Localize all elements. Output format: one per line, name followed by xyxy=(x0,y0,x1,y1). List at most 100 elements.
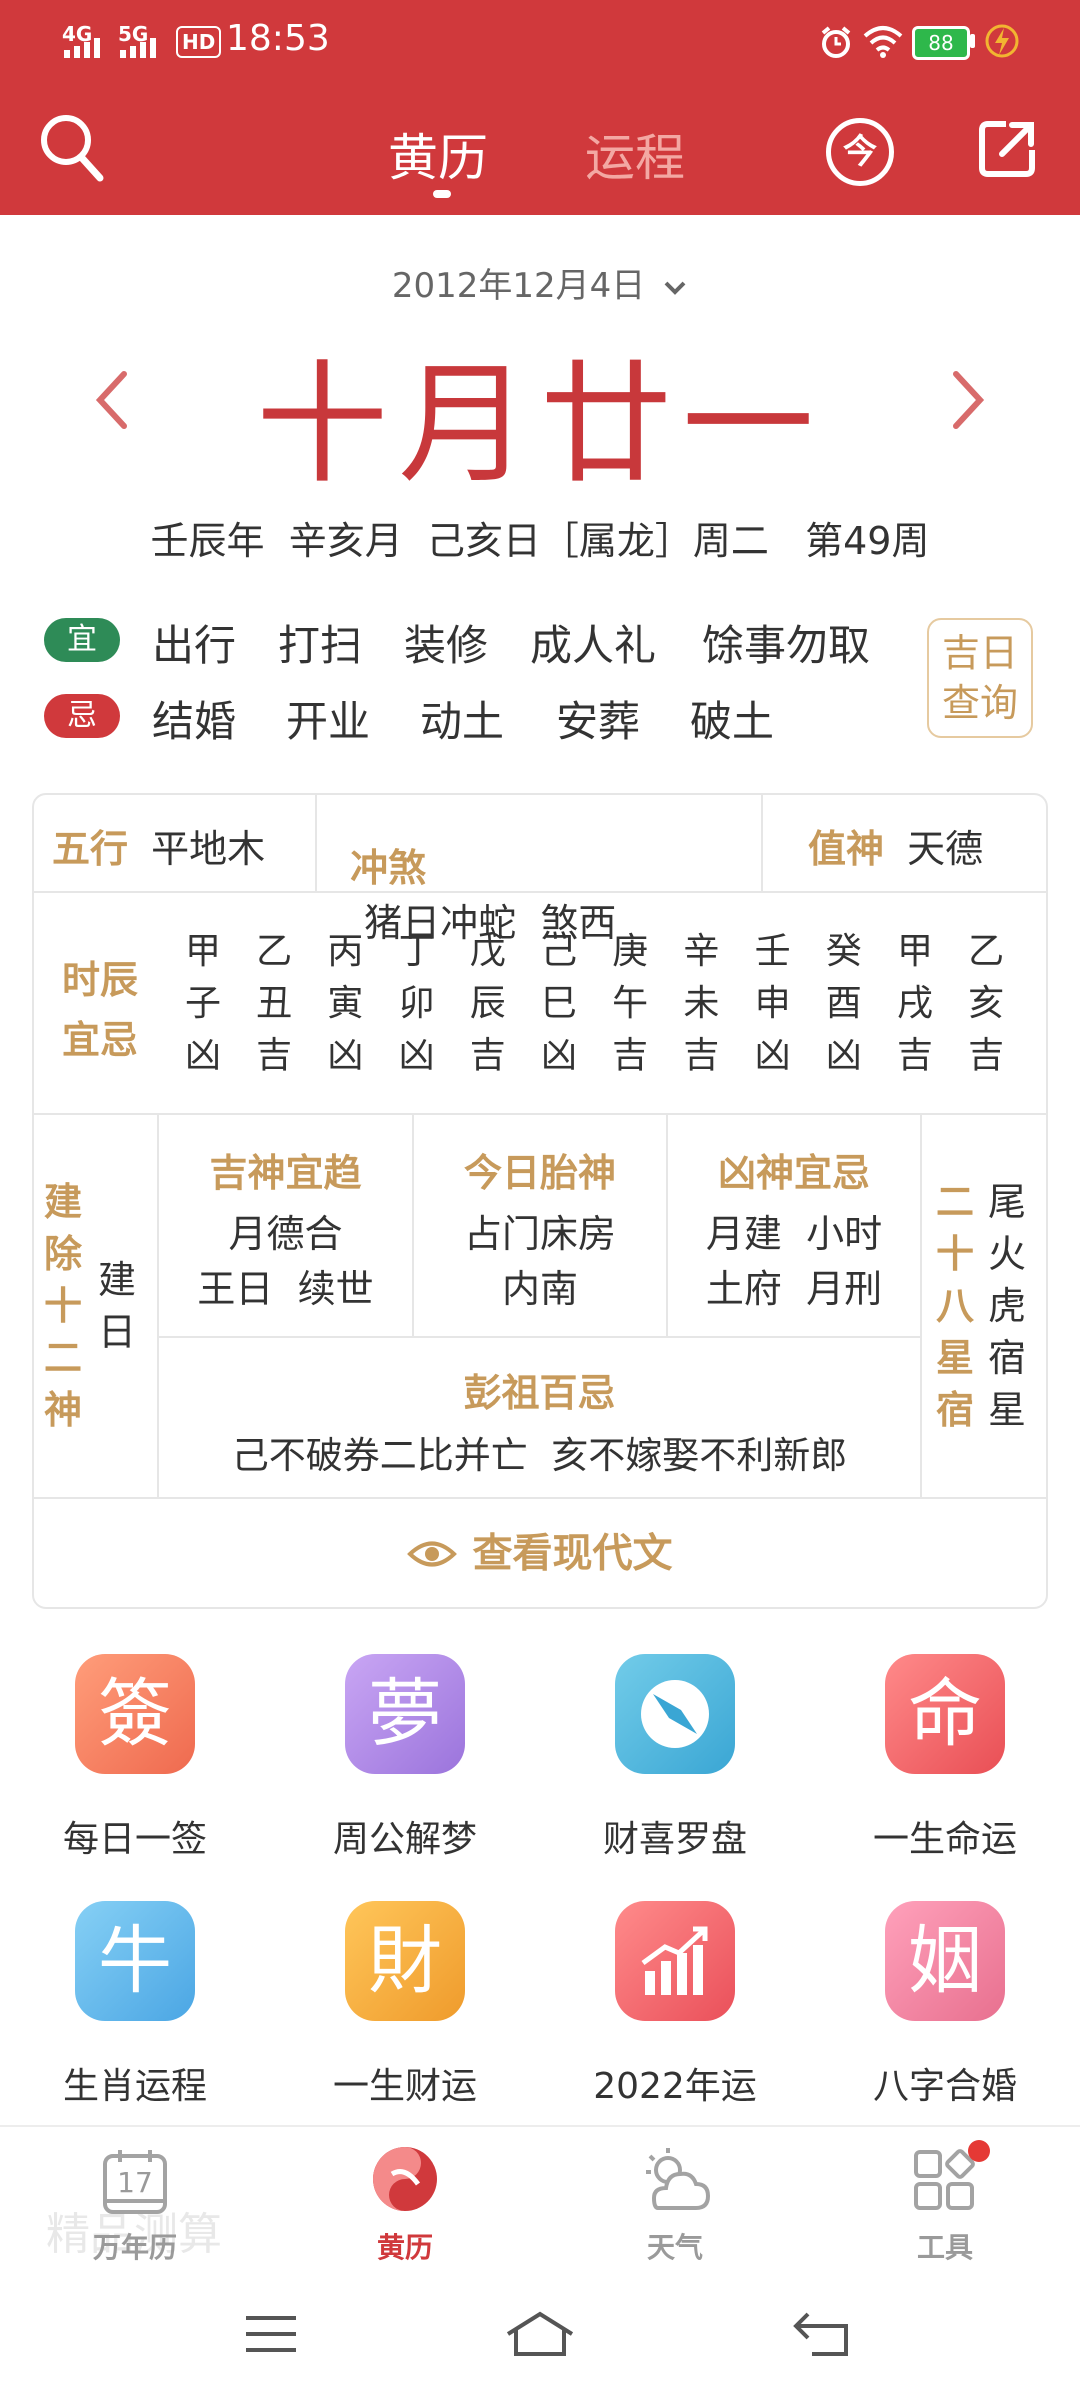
yi-item: 打扫 xyxy=(278,621,363,670)
divider xyxy=(920,1115,922,1497)
shichen-char: 乙 xyxy=(256,931,293,972)
nav-label: 万年历 xyxy=(92,2231,177,2264)
wealth-icon: 財 xyxy=(345,1901,465,2021)
nav-item-huangli[interactable]: 黄历 xyxy=(270,2140,540,2270)
modern-text-button[interactable]: 查看现代文 xyxy=(34,1499,1046,1607)
yi-badge: 宜 xyxy=(44,618,120,662)
tool-year-fortune[interactable]: 2022年运 xyxy=(540,1895,810,2115)
signal-bars-icon xyxy=(64,38,100,58)
shichen-char: 卯 xyxy=(398,983,435,1024)
shichen-luck: 吉 xyxy=(469,1035,506,1076)
lunar-date: 十月廿一 xyxy=(256,348,824,502)
shichen-char: 甲 xyxy=(184,931,221,972)
tool-daily-lot[interactable]: 簽 每日一签 xyxy=(0,1648,270,1868)
xingxiu-char: 十 xyxy=(935,1232,974,1276)
calendar-day: 17 xyxy=(117,2166,153,2199)
xingxiu-char: 宿 xyxy=(935,1388,974,1432)
nav-item-tools[interactable]: 工具 xyxy=(810,2140,1080,2270)
shichen-hour-column: 戊辰吉 xyxy=(463,926,513,1082)
shichen-char: 丙 xyxy=(327,931,364,972)
shichen-hour-column: 己巳凶 xyxy=(534,926,584,1082)
ji-item: 破土 xyxy=(690,697,775,746)
ji-item: 动土 xyxy=(420,697,505,746)
xingxiu-value-char: 虎 xyxy=(987,1284,1026,1328)
weather-icon xyxy=(646,2148,711,2210)
nav-item-weather[interactable]: 天气 xyxy=(540,2140,810,2270)
pengzu-value: 己不破券二比并亡 亥不嫁娶不利新郎 xyxy=(231,1434,848,1477)
tool-zodiac[interactable]: 牛 生肖运程 xyxy=(0,1895,270,2115)
wuxing-cell: 五行 平地木 xyxy=(52,818,265,873)
jishen-line: 王日 续世 xyxy=(197,1267,374,1311)
jiri-query-line: 查询 xyxy=(941,681,1018,725)
jianchu-char: 建 xyxy=(43,1180,82,1224)
shichen-luck: 凶 xyxy=(327,1035,364,1076)
shichen-luck: 凶 xyxy=(398,1035,435,1076)
xingxiu-char: 星 xyxy=(935,1336,974,1380)
signal-bars-icon xyxy=(120,38,156,58)
shichen-char: 申 xyxy=(754,983,791,1024)
tool-wealth[interactable]: 財 一生财运 xyxy=(270,1895,540,2115)
divider xyxy=(315,795,317,891)
wuxing-value: 平地木 xyxy=(151,827,266,871)
jiri-query-button[interactable]: 吉日 查询 xyxy=(927,618,1033,738)
divider xyxy=(761,795,763,891)
menu-icon[interactable] xyxy=(244,2312,298,2356)
shichen-char: 巳 xyxy=(540,983,577,1024)
xingxiu-char: 八 xyxy=(935,1284,974,1328)
shichen-luck: 吉 xyxy=(256,1035,293,1076)
chart-icon xyxy=(615,1901,735,2021)
shichen-char: 壬 xyxy=(754,931,791,972)
ji-badge: 忌 xyxy=(44,694,120,738)
shichen-char: 乙 xyxy=(968,931,1005,972)
shichen-luck: 吉 xyxy=(612,1035,649,1076)
yi-item: 成人礼 xyxy=(530,621,657,670)
solar-date-selector[interactable]: 2012年12月4日 xyxy=(0,258,1080,307)
back-icon[interactable] xyxy=(792,2310,850,2358)
nav-label: 工具 xyxy=(916,2231,973,2264)
home-icon[interactable] xyxy=(504,2310,576,2358)
tool-marriage[interactable]: 姻 八字合婚 xyxy=(810,1895,1080,2115)
shichen-luck: 凶 xyxy=(754,1035,791,1076)
jishen-cell: 吉神宜趋 月德合 王日 续世 xyxy=(159,1142,412,1313)
jianchu-value-char: 日 xyxy=(97,1310,136,1354)
tab-huangli[interactable]: 黄历 xyxy=(388,118,488,190)
jianchu-char: 二 xyxy=(43,1336,82,1380)
jianchu-char: 除 xyxy=(43,1232,82,1276)
ji-item: 安葬 xyxy=(556,697,641,746)
tool-compass[interactable]: 财喜罗盘 xyxy=(540,1648,810,1868)
shichen-char: 午 xyxy=(612,983,649,1024)
battery-indicator: 88 xyxy=(912,26,970,60)
shichen-char: 己 xyxy=(540,931,577,972)
shichen-hour-column: 乙丑吉 xyxy=(249,926,299,1082)
ji-item: 开业 xyxy=(286,697,371,746)
shichen-char: 丑 xyxy=(256,983,293,1024)
tool-label: 每日一签 xyxy=(62,1819,207,1860)
tab-yuncheng[interactable]: 运程 xyxy=(585,118,685,190)
chongsha-label: 冲煞 xyxy=(350,846,427,890)
zodiac-icon: 牛 xyxy=(75,1901,195,2021)
share-icon[interactable] xyxy=(976,118,1038,180)
next-day-arrow-icon[interactable] xyxy=(948,368,988,432)
tool-label: 财喜罗盘 xyxy=(602,1819,747,1860)
jishen-label: 吉神宜趋 xyxy=(209,1151,362,1195)
compass-glyph xyxy=(641,1680,709,1748)
zhishen-value: 天德 xyxy=(907,827,984,871)
tool-destiny[interactable]: 命 一生命运 xyxy=(810,1648,1080,1868)
shichen-char: 子 xyxy=(184,983,221,1024)
tool-label: 一生命运 xyxy=(872,1819,1017,1860)
tool-label: 生肖运程 xyxy=(62,2066,207,2107)
search-icon[interactable] xyxy=(38,112,104,182)
shichen-label-line: 时辰 xyxy=(62,958,139,1002)
shichen-hour-column: 甲戌吉 xyxy=(890,926,940,1082)
charging-icon xyxy=(985,24,1019,58)
eye-icon xyxy=(407,1541,458,1566)
marriage-icon: 姻 xyxy=(885,1901,1005,2021)
nav-item-wannianli[interactable]: 17 万年历 xyxy=(0,2140,270,2270)
tool-dream[interactable]: 夢 周公解梦 xyxy=(270,1648,540,1868)
shichen-hour-column: 乙亥吉 xyxy=(961,926,1011,1082)
shichen-label-line: 宜忌 xyxy=(62,1018,139,1062)
shichen-char: 戊 xyxy=(469,931,506,972)
taishen-line: 占门床房 xyxy=(463,1212,616,1256)
today-button[interactable]: 今 xyxy=(826,118,894,186)
shichen-hour-column: 丙寅凶 xyxy=(320,926,370,1082)
